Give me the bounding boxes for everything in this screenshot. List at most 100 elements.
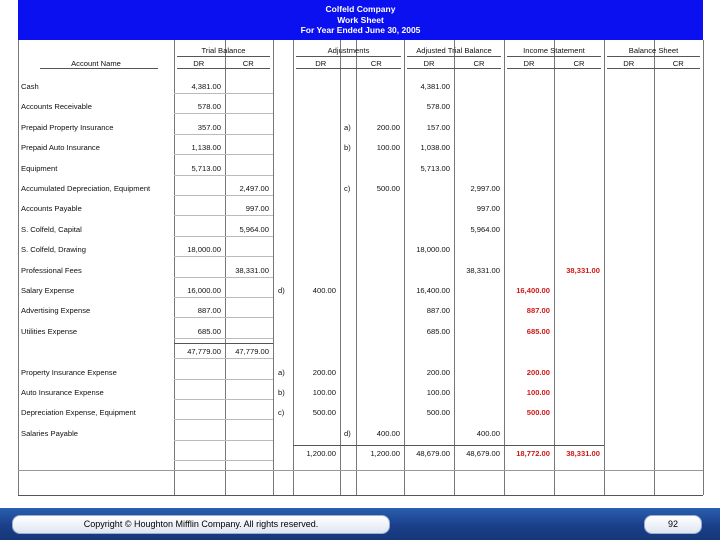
cr-header: CR — [370, 59, 382, 68]
adjustment-ref: a) — [278, 368, 285, 377]
group-underline — [507, 56, 601, 57]
cell-adj-dr: 400.00 — [312, 286, 336, 295]
account-name: Prepaid Property Insurance — [21, 123, 114, 132]
column-divider — [273, 40, 274, 495]
row-rule — [174, 113, 273, 114]
cell-atb-dr: 5,713.00 — [420, 164, 450, 173]
cell-atb-cr: 38,331.00 — [466, 266, 500, 275]
cell-tb-cr: 997.00 — [245, 204, 269, 213]
row-rule — [174, 338, 273, 339]
cell-atb-dr: 100.00 — [426, 388, 450, 397]
account-name: Professional Fees — [21, 266, 82, 275]
account-name: Utilities Expense — [21, 327, 78, 336]
dr-header: DR — [423, 59, 435, 68]
account-name: Prepaid Auto Insurance — [21, 143, 100, 152]
column-divider — [604, 40, 605, 495]
row-rule — [174, 419, 273, 420]
cell-tb-dr: 18,000.00 — [187, 245, 221, 254]
cell-tb-dr: 47,779.00 — [187, 347, 221, 356]
cell-is-dr: 685.00 — [526, 327, 550, 336]
row-rule — [174, 175, 273, 176]
grand-totals-rule — [293, 445, 604, 446]
cell-tb-cr: 5,964.00 — [239, 225, 269, 234]
dr-header: DR — [523, 59, 535, 68]
copyright-notice: Copyright © Houghton Mifflin Company. Al… — [12, 515, 390, 534]
dr-cr-underline — [507, 68, 601, 69]
cell-atb-cr: 5,964.00 — [470, 225, 500, 234]
dr-header: DR — [315, 59, 327, 68]
account-name: Depreciation Expense, Equipment — [21, 408, 136, 417]
cell-tb-dr: 887.00 — [197, 306, 221, 315]
cell-atb-cr: 48,679.00 — [466, 449, 500, 458]
cell-tb-dr: 4,381.00 — [191, 82, 221, 91]
cell-adj-cr: 100.00 — [376, 143, 400, 152]
cell-atb-cr: 2,997.00 — [470, 184, 500, 193]
cell-tb-dr: 16,000.00 — [187, 286, 221, 295]
cell-is-dr: 18,772.00 — [516, 449, 550, 458]
row-rule — [174, 215, 273, 216]
group-underline — [296, 56, 401, 57]
dr-header: DR — [193, 59, 205, 68]
cell-adj-cr: 400.00 — [376, 429, 400, 438]
cell-is-dr: 887.00 — [526, 306, 550, 315]
adjustment-ref: a) — [344, 123, 351, 132]
cell-atb-dr: 578.00 — [426, 102, 450, 111]
page-number: 92 — [644, 515, 702, 534]
account-name: Accounts Receivable — [21, 102, 92, 111]
column-divider — [654, 40, 655, 495]
cell-adj-cr: 200.00 — [376, 123, 400, 132]
cell-tb-dr: 357.00 — [197, 123, 221, 132]
adjustment-ref: c) — [278, 408, 285, 417]
row-rule — [174, 154, 273, 155]
cell-atb-dr: 685.00 — [426, 327, 450, 336]
adjustment-ref: b) — [344, 143, 351, 152]
account-name: Cash — [21, 82, 39, 91]
row-rule — [174, 379, 273, 380]
cell-atb-cr: 997.00 — [476, 204, 500, 213]
row-rule — [174, 460, 273, 461]
cell-adj-dr: 1,200.00 — [306, 449, 336, 458]
row-rule — [174, 134, 273, 135]
account-name: Auto Insurance Expense — [21, 388, 104, 397]
row-rule — [174, 358, 273, 359]
cr-header: CR — [473, 59, 485, 68]
cell-is-dr: 200.00 — [526, 368, 550, 377]
cell-atb-dr: 157.00 — [426, 123, 450, 132]
row-rule — [174, 256, 273, 257]
cell-atb-dr: 500.00 — [426, 408, 450, 417]
cell-adj-dr: 100.00 — [312, 388, 336, 397]
cell-atb-dr: 887.00 — [426, 306, 450, 315]
outer-bottom-border — [18, 495, 703, 496]
outer-left-border — [18, 40, 19, 495]
column-divider — [340, 40, 341, 495]
account-name-underline — [40, 68, 158, 69]
cell-tb-dr: 578.00 — [197, 102, 221, 111]
cell-is-cr: 38,331.00 — [566, 266, 600, 275]
column-divider — [293, 40, 294, 495]
cell-is-cr: 38,331.00 — [566, 449, 600, 458]
row-rule — [174, 317, 273, 318]
cell-atb-dr: 16,400.00 — [416, 286, 450, 295]
group-underline — [607, 56, 700, 57]
cell-adj-dr: 200.00 — [312, 368, 336, 377]
group-underline — [407, 56, 501, 57]
cr-header: CR — [242, 59, 254, 68]
dr-cr-underline — [177, 68, 270, 69]
cell-atb-dr: 1,038.00 — [420, 143, 450, 152]
column-divider — [356, 40, 357, 495]
cell-tb-dr: 685.00 — [197, 327, 221, 336]
cell-tb-cr: 47,779.00 — [235, 347, 269, 356]
cell-tb-cr: 2,497.00 — [239, 184, 269, 193]
row-rule — [174, 195, 273, 196]
cell-adj-dr: 500.00 — [312, 408, 336, 417]
totals-rule — [174, 343, 273, 344]
adjustment-ref: d) — [278, 286, 285, 295]
cell-is-dr: 500.00 — [526, 408, 550, 417]
row-rule — [174, 440, 273, 441]
cell-atb-dr: 4,381.00 — [420, 82, 450, 91]
dr-header: DR — [623, 59, 635, 68]
column-group-header: Adjusted Trial Balance — [416, 46, 492, 55]
adjustment-ref: d) — [344, 429, 351, 438]
cr-header: CR — [672, 59, 684, 68]
account-name: Salaries Payable — [21, 429, 78, 438]
